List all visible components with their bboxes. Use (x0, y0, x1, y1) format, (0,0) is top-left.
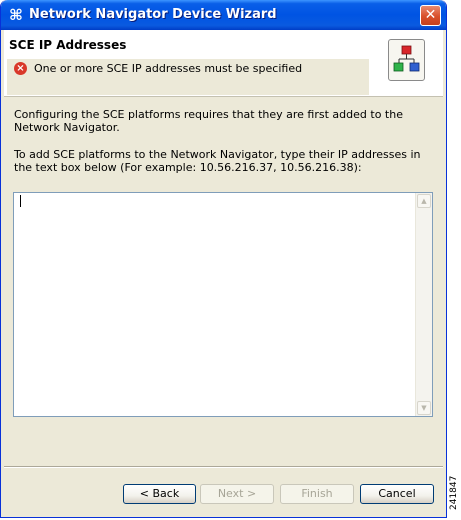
next-button[interactable]: Next > (200, 484, 274, 504)
topology-graphic (393, 45, 420, 72)
figure-id: 241847 (449, 475, 459, 510)
network-navigator-icon: ⌘ (9, 6, 23, 24)
window-title: Network Navigator Device Wizard (29, 7, 277, 22)
cancel-button[interactable]: Cancel (360, 484, 434, 504)
back-button[interactable]: < Back (123, 484, 196, 504)
wizard-window: ⌘ Network Navigator Device Wizard ✕ SCE … (0, 0, 447, 518)
title-bar[interactable]: ⌘ Network Navigator Device Wizard ✕ (1, 0, 446, 30)
ip-instruction-text: To add SCE platforms to the Network Navi… (14, 148, 421, 174)
validation-message-text: One or more SCE IP addresses must be spe… (34, 62, 303, 75)
text-caret (20, 195, 21, 207)
vertical-scrollbar[interactable]: ▲ ▼ (415, 193, 432, 416)
ip-addresses-input[interactable]: ▲ ▼ (13, 192, 433, 417)
scroll-down-arrow-icon[interactable]: ▼ (417, 401, 431, 415)
scroll-up-arrow-icon[interactable]: ▲ (417, 194, 431, 208)
page-title: SCE IP Addresses (9, 38, 127, 52)
close-button[interactable]: ✕ (420, 5, 441, 26)
close-icon: ✕ (424, 7, 437, 23)
wizard-header: SCE IP Addresses × One or more SCE IP ad… (4, 30, 443, 97)
instruction-text: Configuring the SCE platforms requires t… (14, 108, 403, 134)
validation-message: × One or more SCE IP addresses must be s… (7, 59, 369, 95)
error-icon: × (14, 62, 27, 75)
footer-divider (4, 466, 443, 468)
network-topology-icon (388, 39, 425, 81)
finish-button[interactable]: Finish (280, 484, 354, 504)
